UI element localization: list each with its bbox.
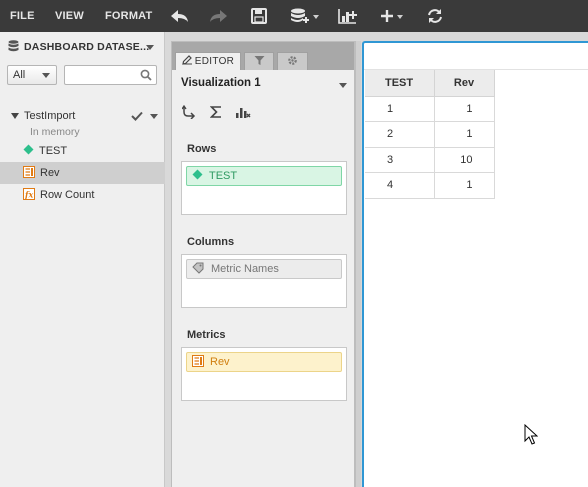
- search-icon[interactable]: [140, 69, 152, 84]
- metric-icon: [192, 354, 204, 370]
- totals-icon[interactable]: [209, 105, 223, 122]
- redo-icon[interactable]: [208, 6, 228, 26]
- editor-panel: EDITOR Visualization 1 Rows TEST Columns…: [171, 41, 355, 487]
- grid-header-test[interactable]: TEST: [365, 70, 435, 97]
- grid-cell[interactable]: 4: [365, 172, 435, 199]
- dataset-panel-title: DASHBOARD DATASE...: [24, 41, 150, 53]
- grid-cell[interactable]: 1: [433, 121, 495, 148]
- mouse-cursor-icon: [524, 423, 539, 449]
- object-label: Rev: [40, 167, 60, 179]
- table-row: 2 1: [365, 121, 495, 148]
- metrics-item-rev[interactable]: Rev: [186, 352, 342, 372]
- visualization-canvas[interactable]: TEST Rev 1 1 2 1 3 10 4 1: [362, 41, 588, 487]
- grid-cell[interactable]: 1: [365, 95, 435, 122]
- tab-filter[interactable]: [244, 52, 274, 70]
- checkmark-icon: [131, 110, 143, 124]
- grid-cell[interactable]: 2: [365, 121, 435, 148]
- object-label: TEST: [39, 145, 68, 157]
- menu-file[interactable]: FILE: [10, 10, 35, 22]
- collapse-toggle-icon[interactable]: [11, 113, 19, 119]
- pill-label: Rev: [210, 356, 230, 368]
- tab-editor-label: EDITOR: [194, 56, 235, 67]
- grid-visualization: TEST Rev 1 1 2 1 3 10 4 1: [365, 70, 495, 199]
- dataset-menu-chevron-icon[interactable]: [150, 114, 158, 119]
- metric-names-icon: [192, 262, 205, 277]
- metrics-zone-label: Metrics: [187, 329, 226, 341]
- grid-cell[interactable]: 3: [365, 146, 435, 173]
- add-icon[interactable]: [380, 6, 403, 26]
- search-input[interactable]: [65, 66, 137, 84]
- editor-tabs: EDITOR: [172, 42, 354, 70]
- rows-drop-zone[interactable]: TEST: [181, 161, 347, 215]
- pencil-icon: [182, 55, 192, 68]
- grid-header-rev[interactable]: Rev: [433, 70, 495, 97]
- dataset-name: TestImport: [24, 110, 76, 122]
- rows-item-test[interactable]: TEST: [186, 166, 342, 186]
- pill-label: TEST: [209, 170, 238, 182]
- top-toolbar: FILE VIEW FORMAT: [0, 0, 588, 32]
- derived-metric-icon: fx: [23, 187, 35, 203]
- chart-options-icon[interactable]: [235, 105, 251, 122]
- svg-text:fx: fx: [24, 189, 33, 199]
- rows-zone-label: Rows: [187, 143, 217, 155]
- visualization-header: [364, 43, 588, 70]
- object-item-test[interactable]: TEST: [0, 140, 165, 162]
- object-item-rev[interactable]: Rev: [0, 162, 165, 184]
- attribute-icon: [192, 169, 203, 183]
- dataset-panel: DASHBOARD DATASE... All TestImport In me…: [0, 32, 165, 487]
- pill-label: Metric Names: [211, 263, 279, 275]
- database-icon: [8, 39, 19, 55]
- tab-format[interactable]: [277, 52, 308, 70]
- add-data-icon[interactable]: [290, 6, 319, 26]
- grid-cell[interactable]: 1: [433, 95, 495, 122]
- filter-icon: [254, 55, 265, 69]
- save-icon[interactable]: [251, 6, 267, 26]
- panel-splitter[interactable]: [355, 41, 361, 487]
- table-row: 3 10: [365, 146, 495, 173]
- dataset-panel-header: DASHBOARD DATASE...: [0, 32, 165, 62]
- chevron-down-icon: [42, 73, 50, 78]
- visualization-title[interactable]: Visualization 1: [181, 77, 261, 89]
- metric-icon: [23, 165, 35, 181]
- dataset-node[interactable]: TestImport: [0, 108, 165, 126]
- chevron-down-icon[interactable]: [146, 45, 154, 50]
- table-row: 4 1: [365, 172, 495, 199]
- grid-cell[interactable]: 1: [433, 172, 495, 199]
- columns-drop-zone[interactable]: Metric Names: [181, 254, 347, 308]
- table-row: 1 1: [365, 95, 495, 122]
- grid-header-row: TEST Rev: [365, 70, 495, 97]
- tab-editor[interactable]: EDITOR: [175, 52, 241, 70]
- chevron-down-icon[interactable]: [339, 83, 347, 88]
- dataset-status: In memory: [30, 126, 80, 138]
- menu-format[interactable]: FORMAT: [105, 10, 152, 22]
- object-item-row-count[interactable]: fx Row Count: [0, 184, 165, 206]
- columns-zone-label: Columns: [187, 236, 235, 248]
- refresh-icon[interactable]: [427, 6, 443, 26]
- attribute-icon: [23, 144, 34, 158]
- object-search[interactable]: [64, 65, 157, 85]
- columns-item-metric-names[interactable]: Metric Names: [186, 259, 342, 279]
- metrics-drop-zone[interactable]: Rev: [181, 347, 347, 401]
- swap-icon[interactable]: [181, 104, 196, 122]
- object-label: Row Count: [40, 189, 95, 201]
- object-type-filter[interactable]: All: [7, 65, 57, 85]
- filter-selected-value: All: [13, 69, 26, 81]
- gear-icon: [287, 55, 298, 69]
- grid-cell[interactable]: 10: [433, 146, 495, 173]
- undo-icon[interactable]: [170, 6, 190, 26]
- insert-visualization-icon[interactable]: [338, 6, 358, 26]
- menu-view[interactable]: VIEW: [55, 10, 84, 22]
